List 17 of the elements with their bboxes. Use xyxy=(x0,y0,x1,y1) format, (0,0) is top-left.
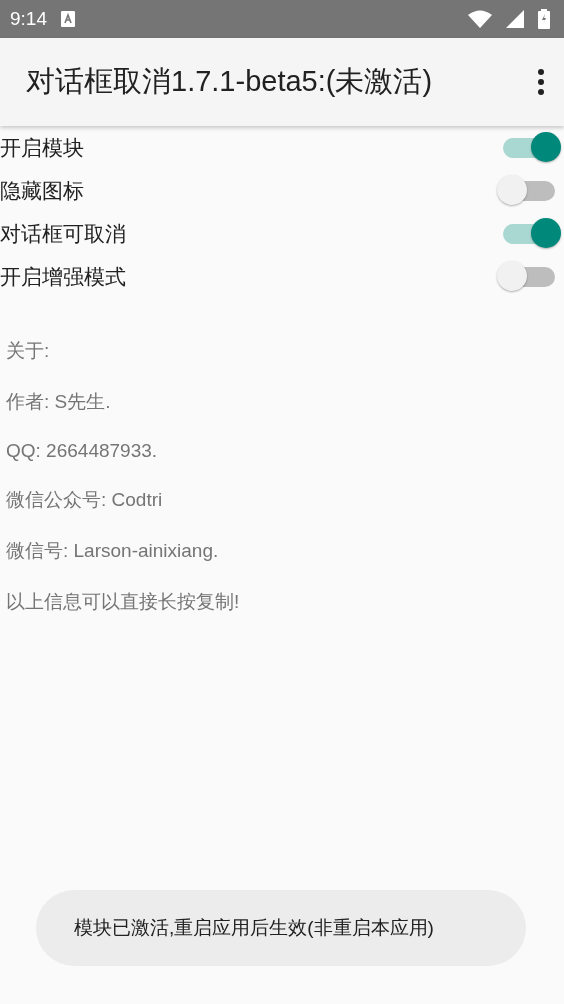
switch-label: 开启增强模式 xyxy=(0,263,126,290)
about-text: 以上信息可以直接长按复制! xyxy=(6,590,241,614)
switch-label: 对话框可取消 xyxy=(0,220,126,247)
toast-message: 模块已激活,重启应用后生效(非重启本应用) xyxy=(36,890,526,966)
about-text: 微信号: Larson-ainixiang. xyxy=(6,539,220,563)
signal-icon xyxy=(506,10,524,28)
about-text: 作者: S先生. xyxy=(6,390,112,414)
switch-label: 开启模块 xyxy=(0,134,84,161)
status-time: 9:14 xyxy=(10,8,47,30)
notification-icon xyxy=(61,11,75,27)
switch-label: 隐藏图标 xyxy=(0,177,84,204)
battery-icon xyxy=(538,9,550,29)
about-text: 微信公众号: Codtri xyxy=(6,488,164,512)
wifi-icon xyxy=(468,10,492,28)
app-title: 对话框取消1.7.1-beta5:(未激活) xyxy=(26,64,434,99)
about-text: 关于: xyxy=(6,339,51,363)
about-text: QQ: 2664487933. xyxy=(6,440,159,462)
